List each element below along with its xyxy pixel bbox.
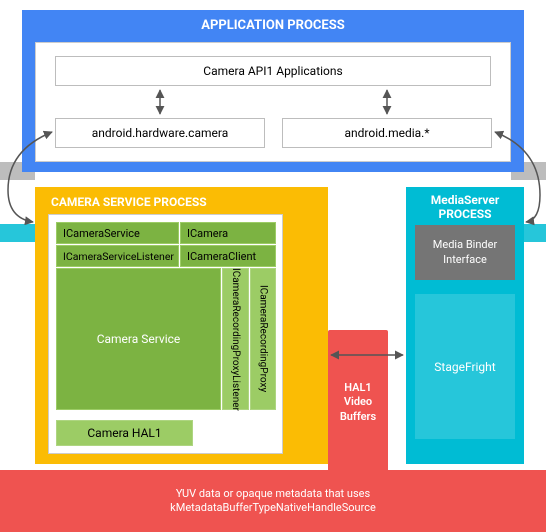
icamera-recording-proxy-listener-box: ICameraRecordingProxyListener	[222, 268, 249, 410]
camera-hal1-box: Camera HAL1	[56, 420, 193, 446]
icamera-client-label: ICameraClient	[187, 250, 256, 263]
android-hardware-camera-label: android.hardware.camera	[92, 126, 229, 140]
camera-service-label: Camera Service	[97, 332, 181, 346]
camera-service-box: Camera Service	[56, 268, 221, 410]
hal1-video-buffers-line3: Buffers	[340, 410, 376, 423]
decor-cyan-left	[0, 224, 35, 242]
stagefright-label: StageFright	[434, 360, 495, 374]
icamera-label: ICamera	[187, 227, 228, 240]
camera-api1-applications-label: Camera API1 Applications	[203, 64, 342, 78]
mediaserver-process-title-line2: PROCESS	[438, 207, 491, 221]
icamera-box: ICamera	[180, 222, 276, 244]
application-process-title: APPLICATION PROCESS	[22, 18, 524, 33]
yuv-caption-line2: kMetadataBufferTypeNativeHandleSource	[170, 501, 376, 514]
icamera-service-listener-box: ICameraServiceListener	[56, 245, 179, 267]
stagefright-box: StageFright	[415, 294, 515, 439]
media-binder-interface-box: Media Binder Interface	[415, 225, 515, 280]
decor-cyan-right	[524, 224, 546, 242]
media-binder-interface-label: Media Binder Interface	[415, 238, 515, 267]
android-hardware-camera-box: android.hardware.camera	[55, 118, 265, 148]
mediaserver-process-title-line1: MediaServer	[431, 193, 500, 207]
camera-hal1-label: Camera HAL1	[87, 426, 161, 440]
hal1-video-buffers-box: HAL1 Video Buffers	[328, 330, 388, 475]
android-media-box: android.media.*	[282, 118, 492, 148]
icamera-recording-proxy-label: ICameraRecordingProxy	[258, 285, 269, 392]
camera-service-process-title: CAMERA SERVICE PROCESS	[51, 195, 207, 209]
android-media-label: android.media.*	[345, 126, 430, 140]
mediaserver-process-title: MediaServer PROCESS	[406, 193, 524, 222]
hal1-video-buffers-line2: Video	[344, 395, 372, 408]
yuv-caption-line1: YUV data or opaque metadata that uses	[176, 487, 370, 500]
icamera-service-listener-label: ICameraServiceListener	[63, 250, 174, 263]
icamera-service-box: ICameraService	[56, 222, 179, 244]
icamera-recording-proxy-box: ICameraRecordingProxy	[250, 268, 276, 410]
icamera-recording-proxy-listener-label: ICameraRecordingProxyListener	[230, 268, 241, 411]
yuv-metadata-caption-band: YUV data or opaque metadata that uses kM…	[0, 470, 546, 532]
camera-api1-applications-box: Camera API1 Applications	[55, 56, 491, 86]
icamera-service-label: ICameraService	[63, 227, 140, 240]
hal1-video-buffers-line1: HAL1	[344, 381, 371, 394]
icamera-client-box: ICameraClient	[180, 245, 276, 267]
